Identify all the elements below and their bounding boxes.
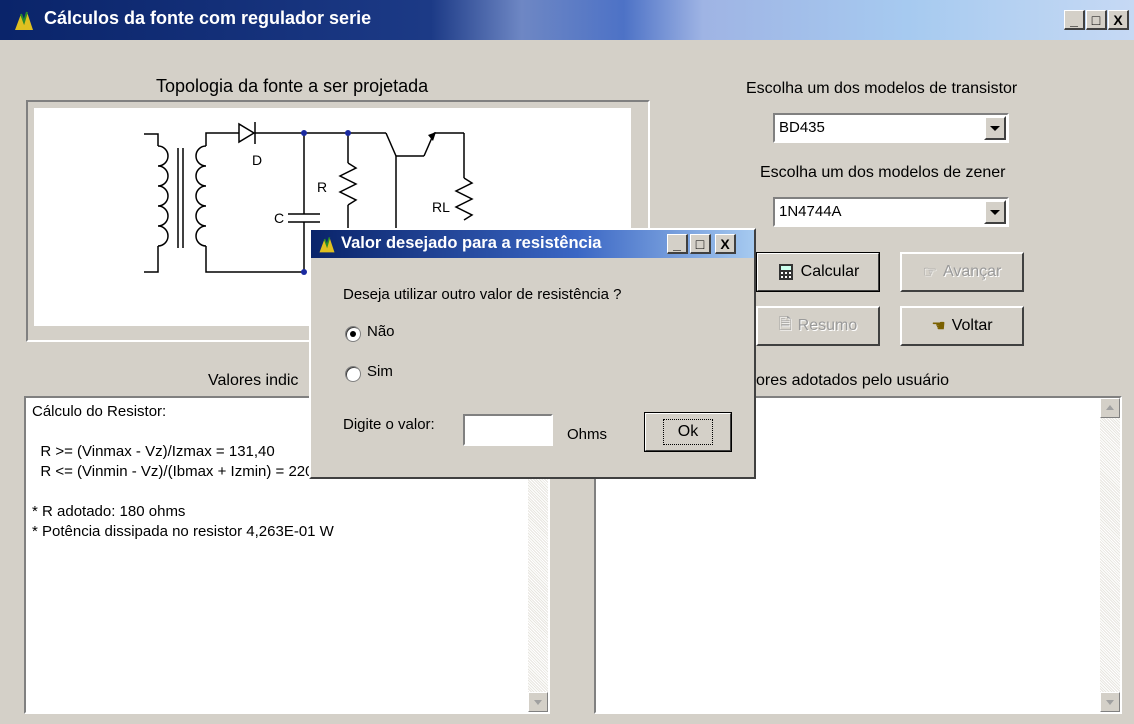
document-icon: 🗎 bbox=[778, 315, 792, 333]
topology-title: Topologia da fonte a ser projetada bbox=[156, 76, 429, 96]
dialog-maximize-button[interactable]: □ bbox=[690, 234, 711, 254]
right-scroll-up-icon[interactable] bbox=[1100, 398, 1120, 418]
voltar-button[interactable]: ☚ Voltar bbox=[900, 306, 1024, 346]
transistor-dropdown-arrow-icon[interactable] bbox=[984, 116, 1006, 140]
avancar-button-label: Avançar bbox=[942, 263, 1002, 280]
pointing-hand-icon: ☞ bbox=[922, 264, 937, 281]
radio-nao[interactable] bbox=[345, 326, 361, 342]
dialog-title: Valor desejado para a resistência bbox=[341, 234, 602, 252]
resumo-button-label: Resumo bbox=[797, 317, 858, 334]
radio-sim-label: Sim bbox=[367, 363, 393, 380]
zener-select-value: 1N4744A bbox=[779, 203, 842, 220]
left-scroll-down-icon[interactable] bbox=[528, 692, 548, 712]
zener-dropdown-arrow-icon[interactable] bbox=[984, 200, 1006, 224]
right-scrollbar[interactable] bbox=[1100, 398, 1120, 712]
zener-label: Escolha um dos modelos de zener bbox=[760, 164, 1006, 181]
app-icon bbox=[15, 11, 33, 30]
resistance-dialog: Valor desejado para a resistência _ □ X … bbox=[309, 228, 756, 479]
back-hand-icon: ☚ bbox=[931, 318, 946, 335]
dialog-title-bar: Valor desejado para a resistência _ □ X bbox=[311, 230, 754, 258]
window-title: Cálculos da fonte com regulador serie bbox=[44, 8, 372, 28]
radio-sim[interactable] bbox=[345, 366, 361, 382]
zener-select[interactable]: 1N4744A bbox=[773, 197, 1009, 227]
ok-button[interactable]: Ok bbox=[644, 412, 732, 452]
title-bar: Cálculos da fonte com regulador serie _ … bbox=[0, 0, 1134, 40]
dialog-app-icon bbox=[319, 237, 335, 253]
dialog-minimize-button[interactable]: _ bbox=[667, 234, 688, 254]
calcular-button-label: Calcular bbox=[800, 263, 860, 280]
value-input-label: Digite o valor: bbox=[343, 416, 435, 433]
transistor-label: Escolha um dos modelos de transistor bbox=[746, 80, 1018, 97]
right-panel-label: ores adotados pelo usuário bbox=[756, 372, 950, 389]
resistor-label: R bbox=[317, 179, 327, 195]
unit-label: Ohms bbox=[567, 426, 608, 443]
maximize-button[interactable]: □ bbox=[1086, 10, 1107, 30]
transistor-select-value: BD435 bbox=[779, 119, 825, 136]
calcular-button[interactable]: Calcular bbox=[756, 252, 880, 292]
resistance-value-input[interactable] bbox=[463, 414, 553, 446]
transistor-select[interactable]: BD435 bbox=[773, 113, 1009, 143]
dialog-question: Deseja utilizar outro valor de resistênc… bbox=[343, 286, 622, 303]
diode-label: D bbox=[252, 152, 262, 168]
calculator-icon bbox=[778, 264, 793, 280]
right-scroll-down-icon[interactable] bbox=[1100, 692, 1120, 712]
close-button[interactable]: X bbox=[1108, 10, 1129, 30]
ok-button-label: Ok bbox=[662, 419, 714, 445]
left-panel-label: Valores indic bbox=[208, 372, 299, 389]
voltar-button-label: Voltar bbox=[951, 317, 993, 334]
resumo-button[interactable]: 🗎 Resumo bbox=[756, 306, 880, 346]
radio-nao-label: Não bbox=[367, 323, 395, 340]
capacitor-label: C bbox=[274, 210, 284, 226]
load-label: RL bbox=[432, 199, 450, 215]
minimize-button[interactable]: _ bbox=[1064, 10, 1085, 30]
avancar-button[interactable]: ☞ Avançar bbox=[900, 252, 1024, 292]
dialog-close-button[interactable]: X bbox=[715, 234, 736, 254]
